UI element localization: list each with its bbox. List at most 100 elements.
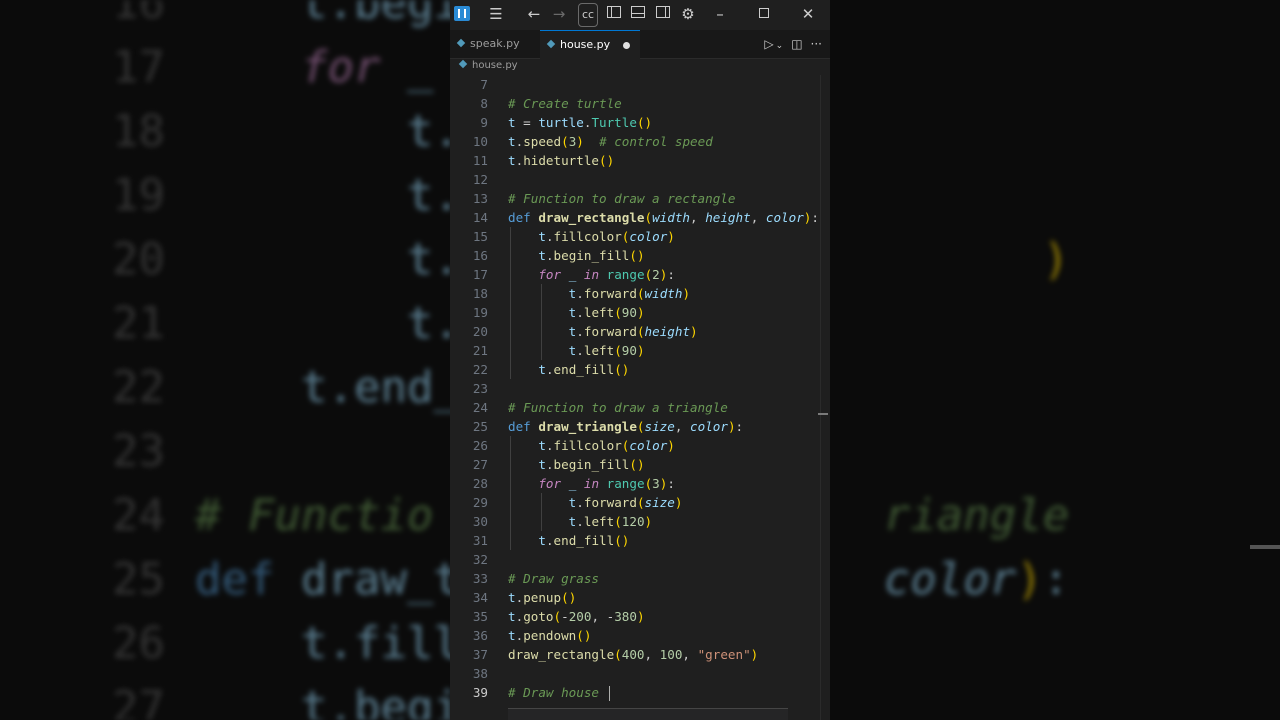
close-icon[interactable]: ✕ <box>798 4 818 24</box>
code-text: t.end_fill() <box>538 533 630 548</box>
code-line[interactable]: 34 t.penup() <box>450 588 830 607</box>
background-code-text: t. <box>406 170 460 221</box>
code-line[interactable]: 13 # Function to draw a rectangle <box>450 189 830 208</box>
code-line[interactable]: 33 # Draw grass <box>450 569 830 588</box>
python-file-icon <box>456 38 466 48</box>
breadcrumb[interactable]: house.py <box>458 58 518 74</box>
code-line[interactable]: 38 <box>450 664 830 683</box>
background-scroll-marker <box>1250 545 1280 549</box>
code-text: t.forward(size) <box>568 495 683 510</box>
line-number: 34 <box>472 590 488 605</box>
code-line[interactable]: 17 for _ in range(2): <box>450 265 830 284</box>
code-text: # Draw house <box>508 683 610 702</box>
background-line-number: 18 <box>112 106 165 157</box>
code-line[interactable]: 39 # Draw house <box>450 683 830 702</box>
background-line-number: 19 <box>112 170 165 221</box>
code-line[interactable]: 16 t.begin_fill() <box>450 246 830 265</box>
code-line[interactable]: 19 t.left(90) <box>450 303 830 322</box>
code-line[interactable]: 10 t.speed(3) # control speed <box>450 132 830 151</box>
hamburger-icon[interactable]: ☰ <box>486 4 506 24</box>
line-number: 30 <box>472 514 488 529</box>
scrollbar-thumb-marker[interactable] <box>818 413 828 415</box>
maximize-icon[interactable] <box>754 4 774 24</box>
play-icon[interactable]: ▷ <box>764 37 773 51</box>
code-line[interactable]: 26 t.fillcolor(color) <box>450 436 830 455</box>
line-number: 32 <box>472 552 488 567</box>
split-editor-icon[interactable]: ◫ <box>791 37 802 51</box>
code-line[interactable]: 29 t.forward(size) <box>450 493 830 512</box>
code-line[interactable]: 12 <box>450 170 830 189</box>
code-line[interactable]: 9 t = turtle.Turtle() <box>450 113 830 132</box>
toggle-secondary-sidebar-icon[interactable] <box>653 4 673 24</box>
suggestion-widget-edge <box>508 708 788 720</box>
code-text: t.speed(3) # control speed <box>508 134 713 149</box>
tab-speak-py[interactable]: speak.py <box>450 30 538 58</box>
code-line[interactable]: 36 t.pendown() <box>450 626 830 645</box>
code-line[interactable]: 25 def draw_triangle(size, color): <box>450 417 830 436</box>
minimize-icon[interactable]: – <box>710 4 730 24</box>
code-text: # Function to draw a rectangle <box>508 191 736 206</box>
line-number: 37 <box>472 647 488 662</box>
code-text: t.hideturtle() <box>508 153 615 168</box>
line-number: 38 <box>472 666 488 681</box>
code-text: t.penup() <box>508 590 577 605</box>
unsaved-dot-icon[interactable] <box>623 42 630 49</box>
code-text: t.left(90) <box>568 305 645 320</box>
toggle-panel-icon[interactable] <box>628 4 648 24</box>
code-line[interactable]: 23 <box>450 379 830 398</box>
code-line[interactable]: 32 <box>450 550 830 569</box>
line-number: 12 <box>472 172 488 187</box>
tab-house-py[interactable]: house.py <box>540 30 640 59</box>
code-line[interactable]: 7 <box>450 75 830 94</box>
code-text: t.fillcolor(color) <box>538 229 675 244</box>
background-code-text: t. <box>406 298 460 349</box>
scrollbar[interactable] <box>820 75 829 720</box>
gear-icon[interactable]: ⚙ <box>678 4 698 24</box>
ellipsis-icon[interactable]: ··· <box>811 37 822 51</box>
code-line[interactable]: 21 t.left(90) <box>450 341 830 360</box>
indent-guide <box>541 493 542 531</box>
code-line[interactable]: 20 t.forward(height) <box>450 322 830 341</box>
line-number: 15 <box>472 229 488 244</box>
code-text: t.end_fill() <box>538 362 630 377</box>
code-editor[interactable]: 7 8 # Create turtle 9 t = turtle.Turtle() 10 t… <box>450 75 830 720</box>
chevron-down-icon[interactable]: ⌄ <box>776 41 784 51</box>
editor-actions: ▷ ⌄ ◫ ··· <box>756 30 822 58</box>
code-line[interactable]: 30 t.left(120) <box>450 512 830 531</box>
line-number: 8 <box>480 96 488 111</box>
code-text: t.fillcolor(color) <box>538 438 675 453</box>
command-center[interactable]: cc <box>578 3 598 27</box>
background-line-number: 17 <box>112 42 165 93</box>
code-line[interactable]: 22 t.end_fill() <box>450 360 830 379</box>
code-line[interactable]: 18 t.forward(width) <box>450 284 830 303</box>
line-number: 28 <box>472 476 488 491</box>
code-line[interactable]: 37 draw_rectangle(400, 100, "green") <box>450 645 830 664</box>
code-text: t.begin_fill() <box>538 248 645 263</box>
line-number: 14 <box>472 210 488 225</box>
code-line[interactable]: 27 t.begin_fill() <box>450 455 830 474</box>
line-number: 33 <box>472 571 488 586</box>
code-line[interactable]: 31 t.end_fill() <box>450 531 830 550</box>
code-line[interactable]: 8 # Create turtle <box>450 94 830 113</box>
background-line-number: 26 <box>112 618 165 669</box>
toggle-primary-sidebar-icon[interactable] <box>604 4 624 24</box>
background-code-text: t. <box>406 106 460 157</box>
code-text: def draw_rectangle(width, height, color)… <box>508 210 819 225</box>
arrow-left-icon[interactable]: ← <box>524 4 544 24</box>
arrow-right-icon[interactable]: → <box>549 4 569 24</box>
line-number: 35 <box>472 609 488 624</box>
line-number: 25 <box>472 419 488 434</box>
background-line-number: 20 <box>112 234 165 285</box>
code-text: t.forward(width) <box>568 286 691 301</box>
line-number: 21 <box>472 343 488 358</box>
code-line[interactable]: 14 def draw_rectangle(width, height, colo… <box>450 208 830 227</box>
code-line[interactable]: 24 # Function to draw a triangle <box>450 398 830 417</box>
background-line-number: 23 <box>112 426 165 477</box>
code-line[interactable]: 11 t.hideturtle() <box>450 151 830 170</box>
code-line[interactable]: 15 t.fillcolor(color) <box>450 227 830 246</box>
code-line[interactable]: 28 for _ in range(3): <box>450 474 830 493</box>
line-number: 16 <box>472 248 488 263</box>
code-line[interactable]: 35 t.goto(-200, -380) <box>450 607 830 626</box>
code-text: t.begin_fill() <box>538 457 645 472</box>
line-number: 31 <box>472 533 488 548</box>
